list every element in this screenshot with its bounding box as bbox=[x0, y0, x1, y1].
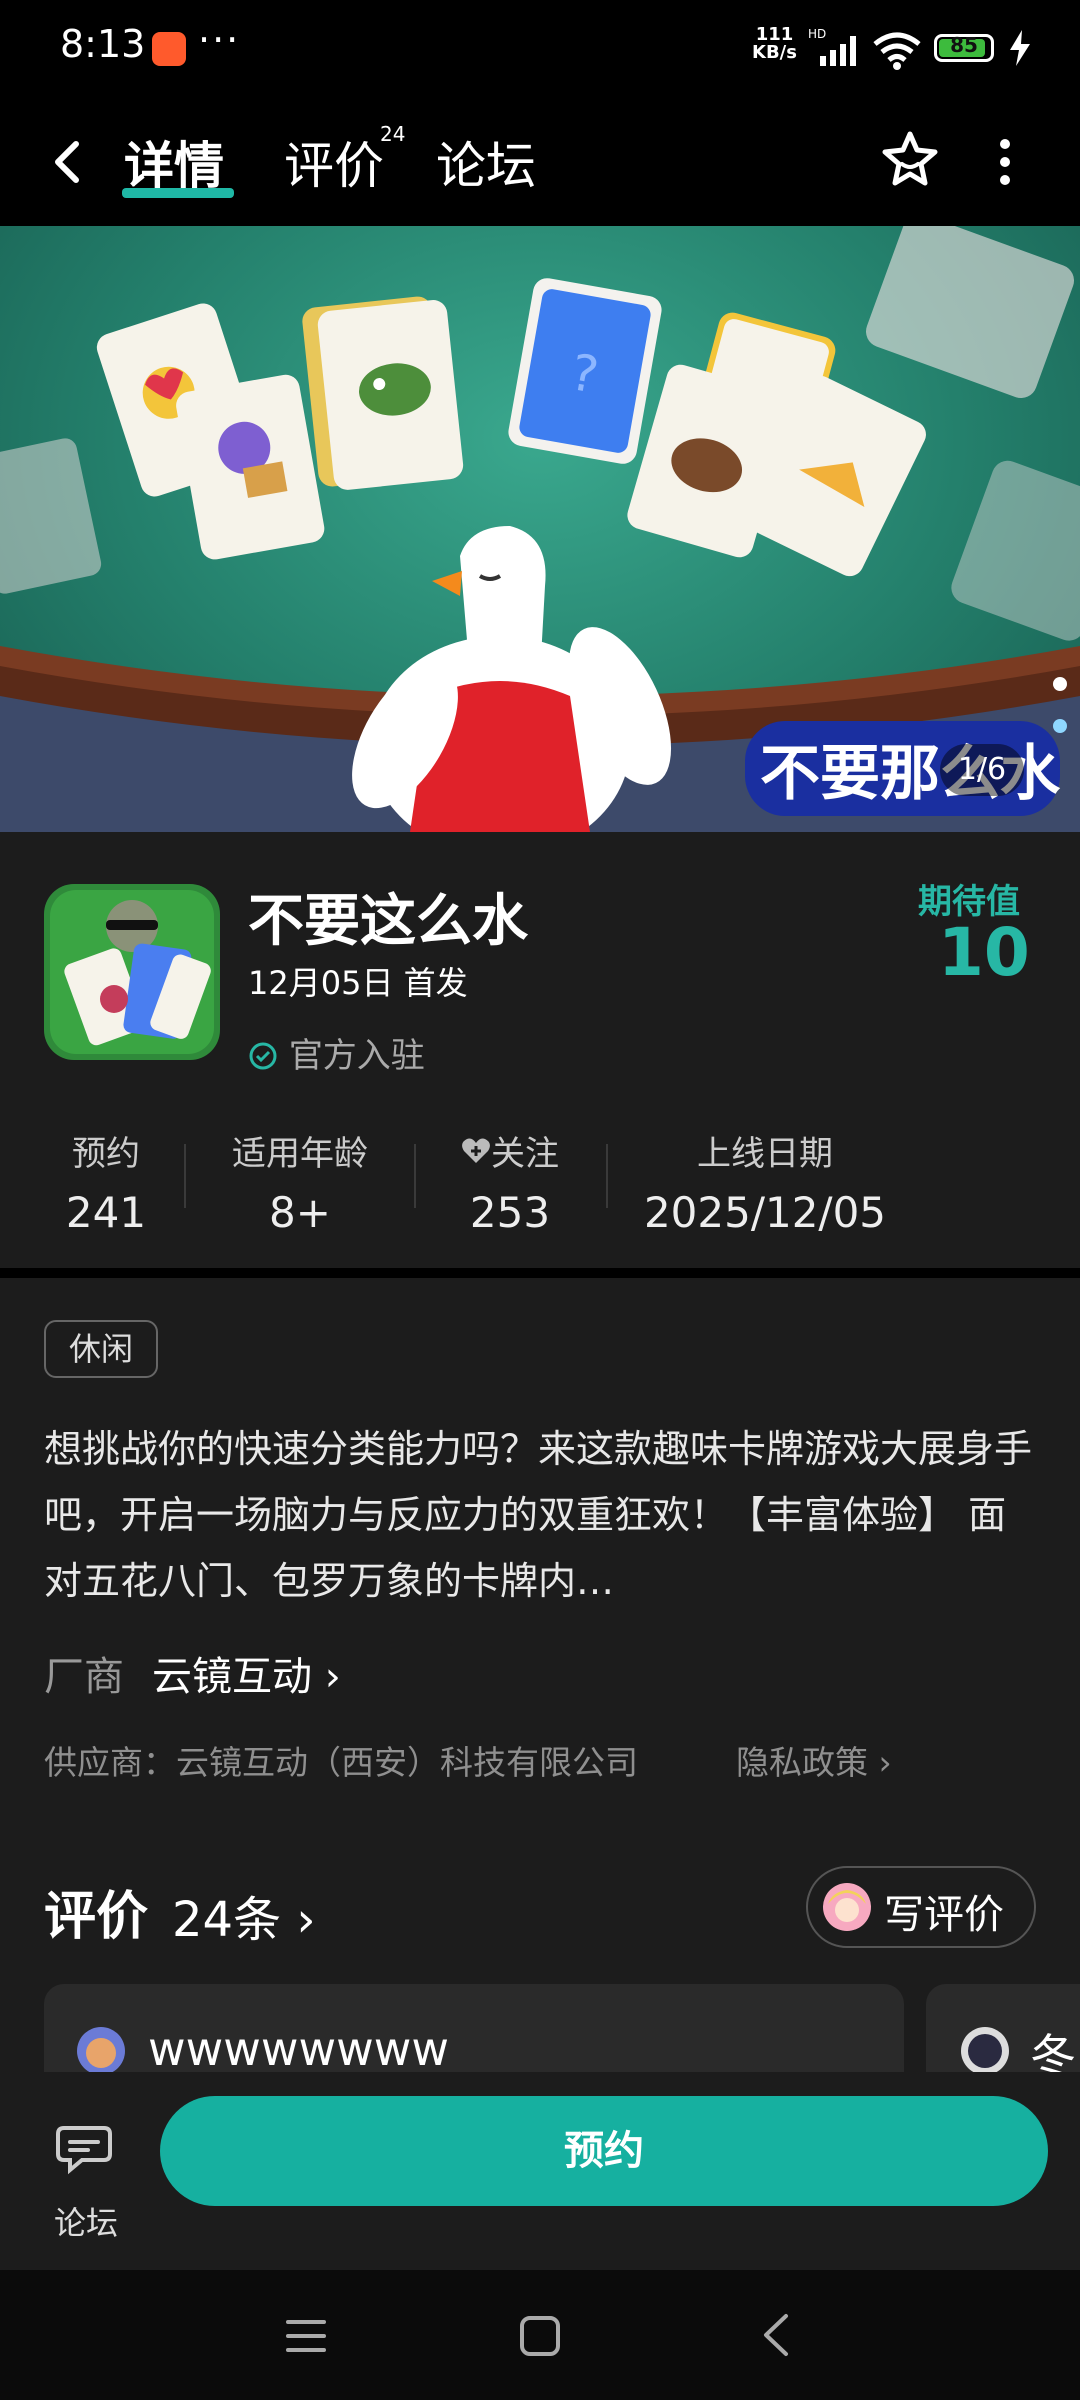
write-review-label: 写评价 bbox=[884, 1892, 1004, 1938]
genre-tag[interactable]: 休闲 bbox=[44, 1320, 158, 1378]
follows-label: 关注 bbox=[491, 1134, 559, 1174]
stat-label-follows: 关注 bbox=[440, 1126, 580, 1175]
stat-divider bbox=[606, 1144, 608, 1208]
game-info-section: 不要这么水 12月05日 首发 官方入驻 期待值 10 预约 241 适用年龄 … bbox=[0, 832, 1080, 1268]
bottom-action-bar: 论坛 预约 bbox=[0, 2072, 1080, 2270]
release-date: 12月05日 首发 bbox=[248, 964, 468, 1002]
stat-divider bbox=[414, 1144, 416, 1208]
signal-icon: HD bbox=[808, 28, 856, 66]
write-review-button[interactable]: 写评价 bbox=[806, 1866, 1036, 1948]
game-description[interactable]: 想挑战你的快速分类能力吗？来这款趣味卡牌游戏大展身手吧，开启一场脑力与反应力的双… bbox=[44, 1416, 1044, 1614]
status-bar: 8:13 ··· 111 KB/s HD 85 bbox=[0, 0, 1080, 100]
privacy-policy-link[interactable]: 隐私政策 › bbox=[736, 1736, 892, 1784]
game-app-icon[interactable] bbox=[44, 884, 220, 1060]
favorite-star-icon[interactable] bbox=[878, 128, 942, 192]
game-title: 不要这么水 bbox=[248, 889, 528, 954]
system-back-icon[interactable] bbox=[758, 2312, 794, 2358]
section-divider bbox=[0, 1268, 1080, 1278]
supplier-info: 供应商：云镜互动（西安）科技有限公司 bbox=[44, 1743, 638, 1782]
forum-label: 论坛 bbox=[53, 2204, 118, 2242]
back-arrow-icon[interactable] bbox=[40, 132, 100, 192]
tab-reviews-count: 24 bbox=[380, 122, 406, 146]
stat-value-launch-date: 2025/12/05 bbox=[643, 1188, 887, 1237]
user-avatar-icon bbox=[823, 1883, 871, 1931]
network-speed: 111 KB/s bbox=[752, 26, 797, 62]
reviewer-name: wwwwwwww bbox=[148, 2022, 449, 2076]
carousel-counter: 1/6 bbox=[940, 744, 1024, 796]
stat-value-reservations: 241 bbox=[65, 1188, 147, 1237]
vendor-link[interactable]: 云镜互动 › bbox=[152, 1644, 341, 1702]
forum-chat-icon bbox=[56, 2126, 112, 2175]
wifi-icon bbox=[873, 32, 921, 70]
home-icon[interactable] bbox=[518, 2314, 562, 2358]
app-notification-icon bbox=[152, 32, 186, 66]
reviews-heading[interactable]: 评价 bbox=[44, 1874, 148, 1949]
battery-percent: 85 bbox=[950, 33, 978, 57]
network-type: HD bbox=[808, 28, 826, 41]
reserve-button[interactable]: 预约 bbox=[160, 2096, 1048, 2206]
system-navigation-bar bbox=[0, 2270, 1080, 2400]
tab-active-indicator bbox=[122, 188, 234, 198]
verified-check-icon bbox=[249, 1042, 277, 1070]
official-badge: 官方入驻 bbox=[248, 1028, 425, 1077]
reviewer-avatar bbox=[961, 2027, 1009, 2075]
vendor-label: 厂商 bbox=[44, 1654, 124, 1700]
top-nav-bar: 详情 评价 24 论坛 bbox=[0, 100, 1080, 226]
reviews-count-link[interactable]: 24条 › bbox=[172, 1880, 316, 1950]
banner-artwork: ? 不要那么水 bbox=[0, 226, 1080, 832]
stat-label-reservations: 预约 bbox=[72, 1134, 140, 1174]
screenshot-carousel[interactable]: ? 不要那么水 1/6 bbox=[0, 226, 1080, 832]
stat-label-launch-date: 上线日期 bbox=[697, 1134, 833, 1174]
expectation-value: 10 bbox=[938, 914, 1030, 991]
stat-divider bbox=[184, 1144, 186, 1208]
recent-apps-icon[interactable] bbox=[284, 2316, 328, 2356]
more-vertical-icon[interactable] bbox=[990, 132, 1020, 192]
official-label: 官方入驻 bbox=[288, 1036, 425, 1076]
reviewer-avatar bbox=[77, 2027, 125, 2075]
stat-value-age: 8+ bbox=[269, 1188, 331, 1237]
heart-plus-icon bbox=[462, 1138, 490, 1163]
forum-button[interactable]: 论坛 bbox=[40, 2102, 132, 2242]
tab-reviews[interactable]: 评价 bbox=[284, 126, 384, 198]
tab-forum[interactable]: 论坛 bbox=[436, 126, 536, 198]
status-time: 8:13 bbox=[60, 22, 146, 66]
network-speed-unit: KB/s bbox=[752, 42, 797, 63]
stat-label-age: 适用年龄 bbox=[232, 1134, 368, 1174]
charging-icon bbox=[1010, 30, 1030, 66]
battery-icon: 85 bbox=[934, 33, 994, 62]
stat-value-follows: 253 bbox=[469, 1188, 551, 1237]
more-notifications-icon: ··· bbox=[198, 18, 241, 62]
